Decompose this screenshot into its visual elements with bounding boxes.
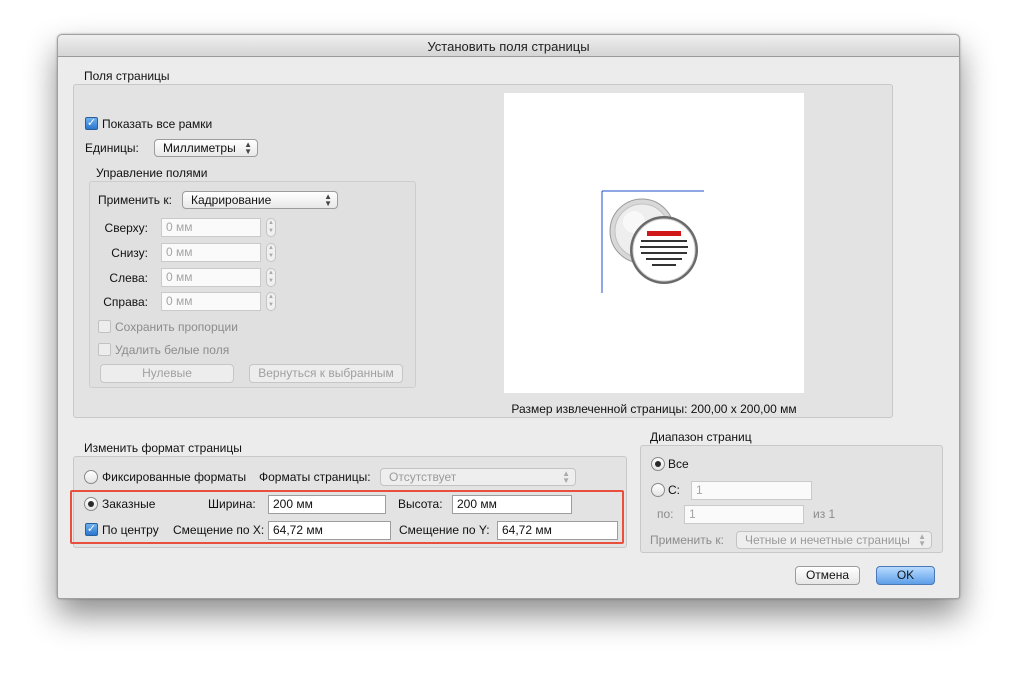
right-margin-input[interactable]: 0 мм [161, 292, 261, 311]
badge-front [630, 216, 698, 284]
preview-caption: Размер извлеченной страницы: 200,00 x 20… [511, 402, 797, 416]
top-margin-input[interactable]: 0 мм [161, 218, 261, 237]
keep-proportions-label: Сохранить пропорции [115, 320, 238, 334]
units-select[interactable]: Миллиметры ▲ ▼ [154, 139, 258, 157]
margin-control-group: Применить к: Кадрирование ▲ ▼ Сверху: 0 м… [89, 181, 416, 388]
ok-button[interactable]: OK [876, 566, 935, 585]
keep-proportions-checkbox[interactable] [98, 320, 111, 333]
apply-to-select[interactable]: Кадрирование ▲ ▼ [182, 191, 338, 209]
fixed-formats-label: Фиксированные форматы [102, 470, 247, 484]
title-bar[interactable]: Установить поля страницы [58, 35, 959, 57]
fixed-formats-radio[interactable] [84, 470, 98, 484]
units-value: Миллиметры [163, 141, 236, 155]
top-margin-stepper[interactable]: ▲ ▼ [266, 218, 276, 237]
range-to-input[interactable]: 1 [684, 505, 804, 524]
page-format-group-label: Изменить формат страницы [84, 441, 242, 455]
left-margin-stepper[interactable]: ▲ ▼ [266, 268, 276, 287]
range-apply-to-value: Четные и нечетные страницы [745, 533, 910, 547]
range-apply-to-select[interactable]: Четные и нечетные страницы ▲ ▼ [736, 531, 932, 549]
page-formats-select[interactable]: Отсутствует ▲ ▼ [380, 468, 576, 486]
chevron-up-down-icon: ▲ ▼ [562, 469, 570, 485]
zero-button[interactable]: Нулевые [100, 364, 234, 383]
page-formats-value: Отсутствует [389, 470, 457, 484]
revert-to-selected-button[interactable]: Вернуться к выбранным [249, 364, 403, 383]
all-pages-label: Все [668, 457, 689, 471]
right-margin-label: Справа: [103, 295, 148, 309]
margin-control-group-label: Управление полями [96, 166, 208, 180]
left-margin-label: Слева: [109, 271, 148, 285]
range-apply-to-label: Применить к: [650, 533, 724, 547]
chevron-up-down-icon: ▲ ▼ [918, 532, 926, 548]
page-margins-dialog: Установить поля страницы Поля страницы ✓… [57, 34, 960, 599]
remove-white-margins-checkbox[interactable] [98, 343, 111, 356]
range-total-label: из 1 [813, 507, 836, 521]
range-to-label: по: [657, 507, 674, 521]
show-all-frames-checkbox[interactable]: ✓ [85, 117, 98, 130]
all-pages-radio[interactable] [651, 457, 665, 471]
bottom-margin-input[interactable]: 0 мм [161, 243, 261, 262]
bottom-margin-label: Снизу: [111, 246, 148, 260]
range-from-label: С: [668, 483, 680, 497]
highlight-box [70, 490, 624, 544]
left-margin-input[interactable]: 0 мм [161, 268, 261, 287]
chevron-up-down-icon: ▲ ▼ [244, 140, 252, 156]
page-margins-group-label: Поля страницы [84, 69, 170, 83]
remove-white-margins-label: Удалить белые поля [115, 343, 230, 357]
cancel-button[interactable]: Отмена [795, 566, 860, 585]
apply-to-label: Применить к: [98, 193, 172, 207]
page-preview [504, 93, 804, 393]
range-from-radio[interactable] [651, 483, 665, 497]
chevron-up-down-icon: ▲ ▼ [324, 192, 332, 208]
dialog-title: Установить поля страницы [427, 39, 590, 54]
right-margin-stepper[interactable]: ▲ ▼ [266, 292, 276, 311]
units-label: Единицы: [85, 141, 139, 155]
page-formats-label: Форматы страницы: [259, 470, 371, 484]
preview-canvas [601, 190, 704, 293]
page-range-group-label: Диапазон страниц [650, 430, 752, 444]
range-from-input[interactable]: 1 [691, 481, 812, 500]
bottom-margin-stepper[interactable]: ▲ ▼ [266, 243, 276, 262]
show-all-frames-label: Показать все рамки [102, 117, 213, 131]
apply-to-value: Кадрирование [191, 193, 272, 207]
top-margin-label: Сверху: [104, 221, 148, 235]
